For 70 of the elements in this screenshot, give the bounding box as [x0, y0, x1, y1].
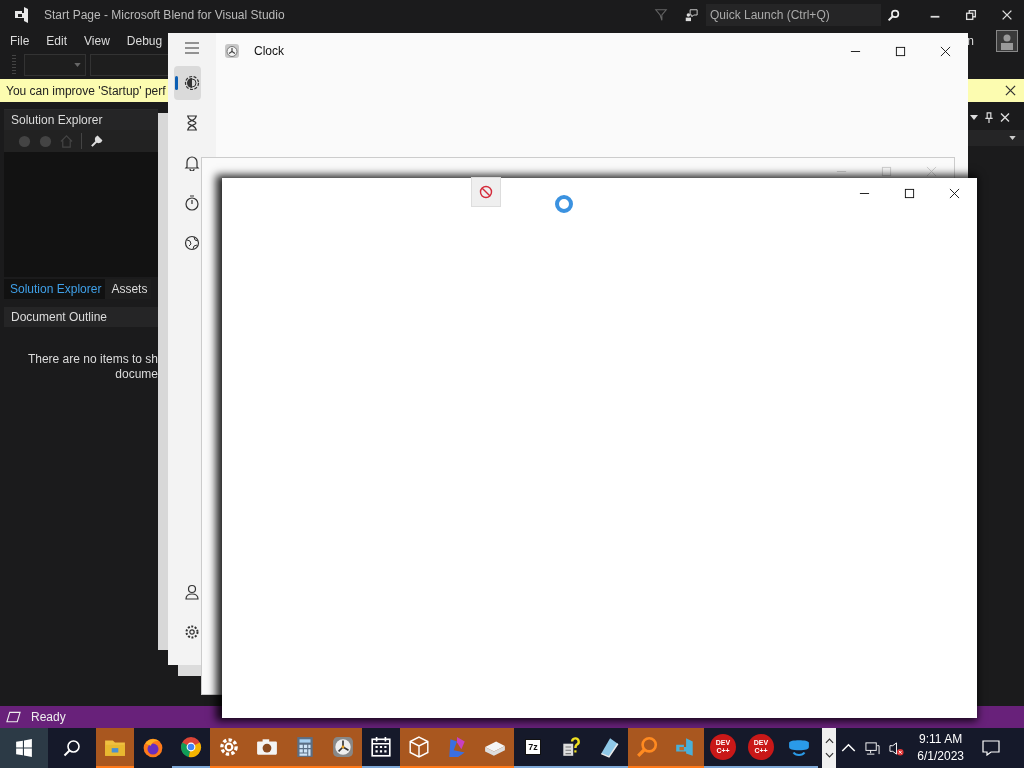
menu-item[interactable]: View	[84, 33, 110, 48]
settings-icon	[184, 624, 200, 640]
status-text: Ready	[31, 710, 66, 724]
magnifier-icon	[636, 736, 658, 758]
menu-text: n	[967, 33, 974, 48]
nav-item[interactable]	[174, 66, 201, 100]
start-button[interactable]	[0, 728, 48, 768]
search-icon	[887, 8, 900, 22]
menu-item[interactable]: Edit	[46, 33, 68, 48]
close-icon[interactable]	[1005, 85, 1016, 96]
panel-title: Solution Explorer	[11, 113, 103, 127]
globe-icon	[184, 235, 200, 251]
chevron-down-icon	[824, 752, 834, 758]
avatar-icon[interactable]	[996, 29, 1018, 52]
focus-icon	[184, 75, 200, 91]
menu-item[interactable]: Debug	[126, 33, 163, 48]
hourglass-icon	[184, 115, 200, 131]
notification-icon[interactable]	[982, 740, 1000, 756]
caret-icon	[1009, 136, 1016, 140]
archive-icon: 7z	[525, 739, 541, 755]
blocked-button[interactable]	[471, 177, 501, 207]
empty-message: There are no items to sh	[27, 352, 158, 367]
caret-icon[interactable]	[970, 114, 978, 120]
maximize-icon[interactable]	[895, 45, 906, 57]
panel-title: Document Outline	[11, 310, 108, 324]
filter-icon[interactable]	[654, 8, 668, 22]
maximize-icon[interactable]	[904, 188, 915, 199]
browser-icon	[180, 736, 202, 758]
tray-clock[interactable]: 9:11 AM 6/1/2023	[917, 731, 964, 765]
clock-icon	[332, 736, 354, 758]
close-icon[interactable]	[949, 188, 960, 199]
status-icon	[6, 711, 21, 723]
menu-icon[interactable]	[184, 40, 200, 56]
bell-icon	[184, 155, 200, 171]
stopwatch-icon	[184, 195, 200, 211]
toolbar-grip	[12, 55, 16, 75]
taskbar-app[interactable]: 7z	[514, 728, 552, 768]
swirl-icon	[446, 736, 468, 758]
quick-launch-field[interactable]: Quick Launch (Ctrl+Q)	[706, 4, 881, 26]
help-icon	[560, 736, 582, 758]
cube-icon	[408, 736, 430, 758]
feedback-icon[interactable]	[684, 8, 698, 22]
network-icon[interactable]	[865, 740, 881, 756]
search-icon	[63, 739, 81, 757]
no-entry-icon	[479, 185, 493, 199]
camera-icon	[256, 736, 278, 758]
wrench-icon[interactable]	[90, 134, 103, 148]
restore-icon[interactable]	[964, 8, 978, 22]
window-title: Start Page - Microsoft Blend for Visual Studio	[44, 8, 285, 22]
fox-icon	[142, 737, 164, 759]
muted-speaker-icon[interactable]	[889, 740, 905, 756]
close-icon[interactable]	[940, 45, 951, 57]
clock-icon	[224, 43, 240, 59]
blend-icon	[674, 736, 696, 758]
menu-item[interactable]: File	[10, 33, 30, 48]
chevron-up-icon	[824, 738, 834, 744]
info-message: You can improve 'Startup' perf	[5, 83, 166, 98]
scroll-buttons[interactable]	[822, 728, 836, 768]
calculator-icon	[294, 736, 316, 758]
empty-message: docume	[115, 367, 158, 382]
panel-tab[interactable]: Solution Explorer	[4, 279, 106, 299]
caret-icon	[74, 63, 81, 67]
person-icon	[184, 584, 200, 600]
windows-icon	[15, 739, 33, 757]
calendar-icon	[370, 736, 392, 758]
pin-icon[interactable]	[984, 111, 994, 123]
notepad-icon	[598, 736, 620, 758]
loading-spinner	[554, 194, 574, 214]
window-title: Clock	[254, 44, 284, 58]
gear-icon	[218, 736, 240, 758]
